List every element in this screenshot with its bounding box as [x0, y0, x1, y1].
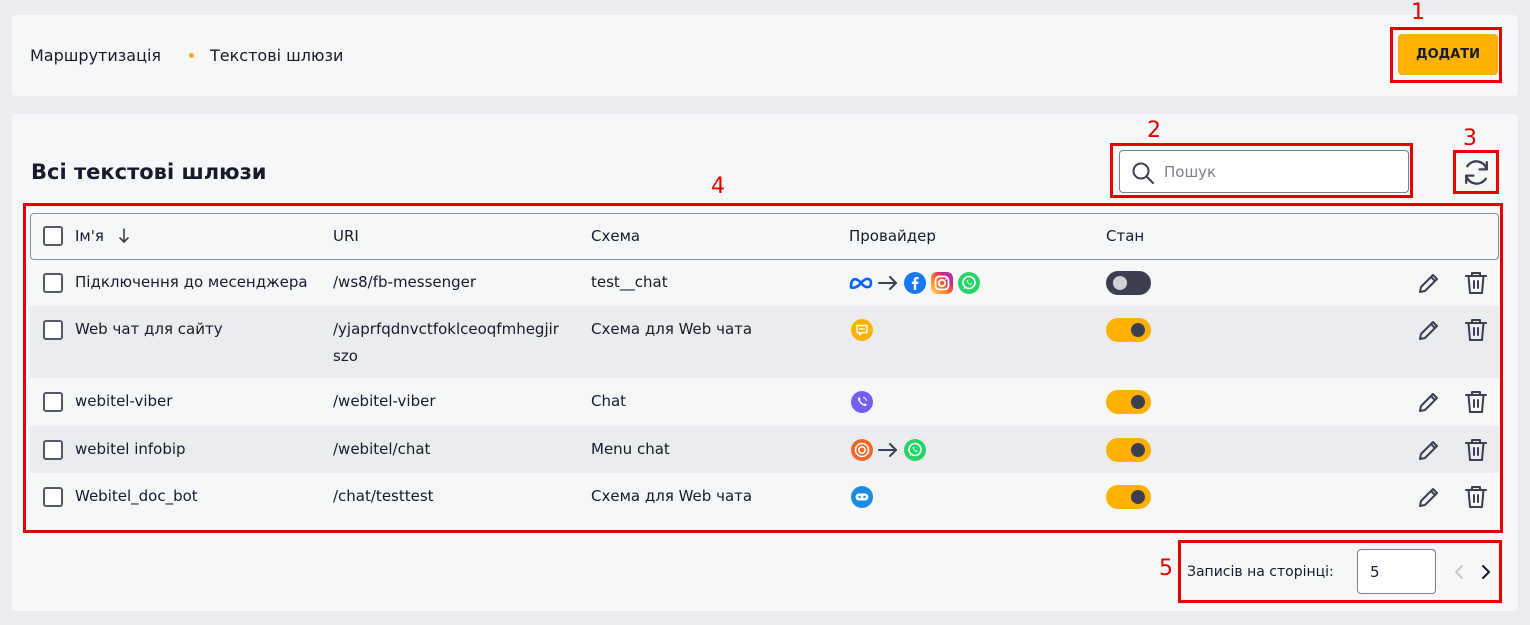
annotation-box-3	[1453, 150, 1499, 194]
annotation-number-1: 1	[1411, 0, 1425, 25]
annotation-box-4	[23, 203, 1503, 533]
breadcrumb-routing[interactable]: Маршрутизація	[30, 46, 161, 65]
annotation-number-3: 3	[1463, 126, 1477, 151]
annotation-number-2: 2	[1147, 118, 1161, 143]
annotation-box-5	[1178, 540, 1502, 603]
annotation-box-2	[1110, 143, 1413, 198]
annotation-number-4: 4	[711, 174, 725, 199]
breadcrumb-separator	[189, 53, 194, 58]
page-title: Всі текстові шлюзи	[31, 160, 267, 184]
annotation-number-5: 5	[1159, 556, 1173, 581]
annotation-box-1	[1390, 27, 1502, 83]
breadcrumb-text-gateways: Текстові шлюзи	[210, 46, 344, 65]
